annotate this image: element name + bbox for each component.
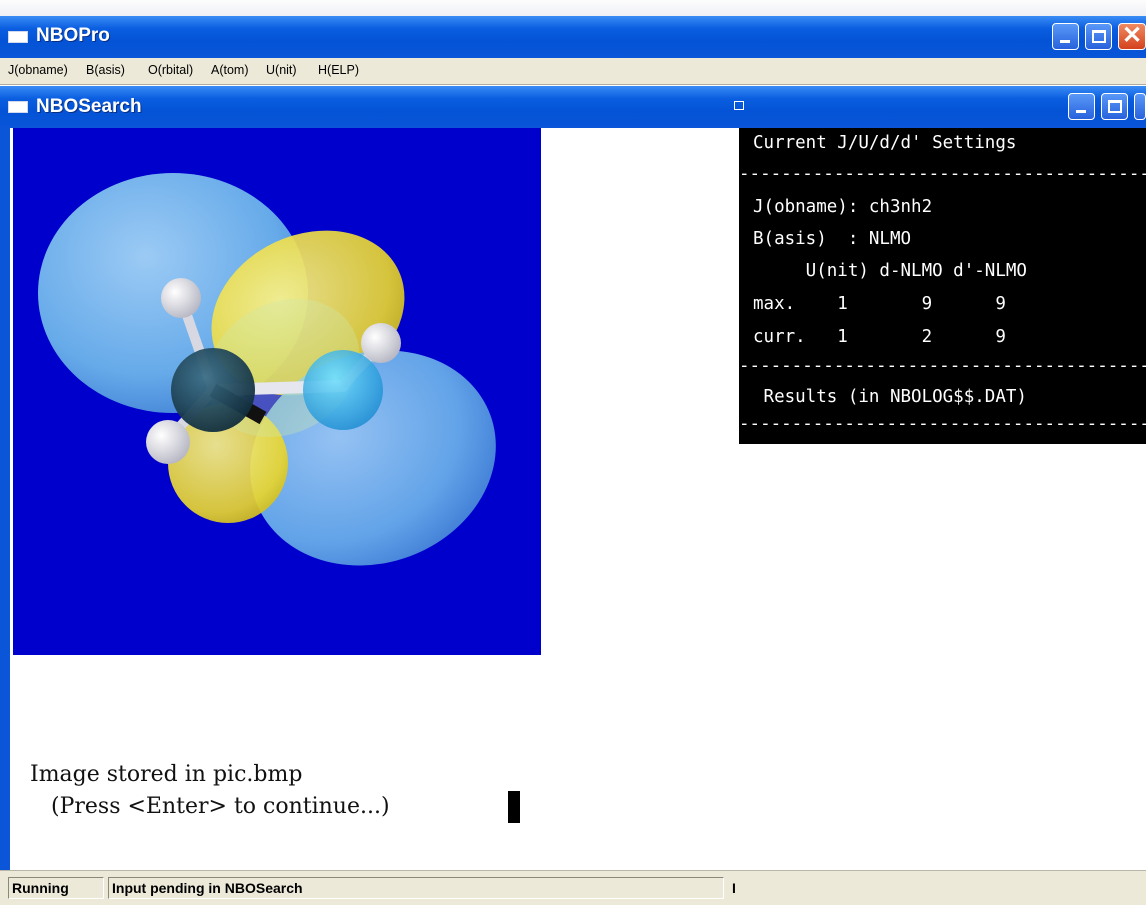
settings-basis: B(asis) : NLMO [753,229,912,249]
child-maximize-button[interactable] [1101,93,1128,120]
console-line-stored: Image stored in pic.bmp [30,762,303,787]
status-marker: I [732,880,736,896]
window-frame-left [0,128,10,870]
app-title: NBOPro [36,25,110,46]
console-line-prompt: (Press <Enter> to continue...) [30,794,390,819]
minimize-icon [1060,40,1070,43]
hydrogen-atom [146,420,190,464]
settings-divider: ----------------------------------------… [739,414,1146,434]
settings-columns: U(nit) d-NLMO d'-NLMO [753,261,1027,281]
child-window-title-bar[interactable]: NBOSearch [0,86,1146,128]
menu-bar: J(obname) B(asis) O(rbital) A(tom) U(nit… [0,58,1146,85]
settings-jobname: J(obname): ch3nh2 [753,197,933,217]
menu-orbital[interactable]: O(rbital) [148,63,193,77]
menu-unit[interactable]: U(nit) [266,63,297,77]
settings-max-row: max. 1 9 9 [753,294,1006,314]
text-cursor[interactable] [508,791,520,823]
orbital-rendering [38,173,496,566]
app-title-bar[interactable]: NBOPro ✕ [0,16,1146,58]
menu-atom[interactable]: A(tom) [211,63,249,77]
desktop-top-strip [0,0,1146,16]
settings-header: Current J/U/d/d' Settings [753,133,1017,153]
menu-jobname[interactable]: J(obname) [8,63,68,77]
settings-panel: Current J/U/d/d' Settings --------------… [739,128,1146,444]
status-state: Running [8,877,104,899]
window-icon [8,31,28,43]
close-icon: ✕ [1122,22,1143,49]
carbon-atom [171,348,255,432]
menu-basis[interactable]: B(asis) [86,63,125,77]
nitrogen-atom [303,350,383,430]
settings-curr-row: curr. 1 2 9 [753,327,1006,347]
minimize-icon [1076,110,1086,113]
minimize-button[interactable] [1052,23,1079,50]
child-window-icon [8,101,28,113]
settings-divider: ----------------------------------------… [739,356,1146,376]
close-button[interactable]: ✕ [1118,22,1146,50]
child-close-button[interactable] [1134,93,1146,120]
maximize-icon [1092,30,1106,43]
molecule-viewport[interactable] [13,128,541,655]
hydrogen-atom [361,323,401,363]
status-bar: Running Input pending in NBOSearch I [0,870,1146,905]
maximize-button[interactable] [1085,23,1112,50]
hydrogen-atom [161,278,201,318]
child-window-title: NBOSearch [36,96,142,117]
status-message: Input pending in NBOSearch [108,877,724,899]
menu-help[interactable]: H(ELP) [318,63,359,77]
child-minimize-button[interactable] [1068,93,1095,120]
settings-results: Results (in NBOLOG$$.DAT) [753,387,1027,407]
settings-divider: ----------------------------------------… [739,164,1146,184]
restore-marker-icon[interactable] [734,101,744,110]
maximize-icon [1108,100,1122,113]
